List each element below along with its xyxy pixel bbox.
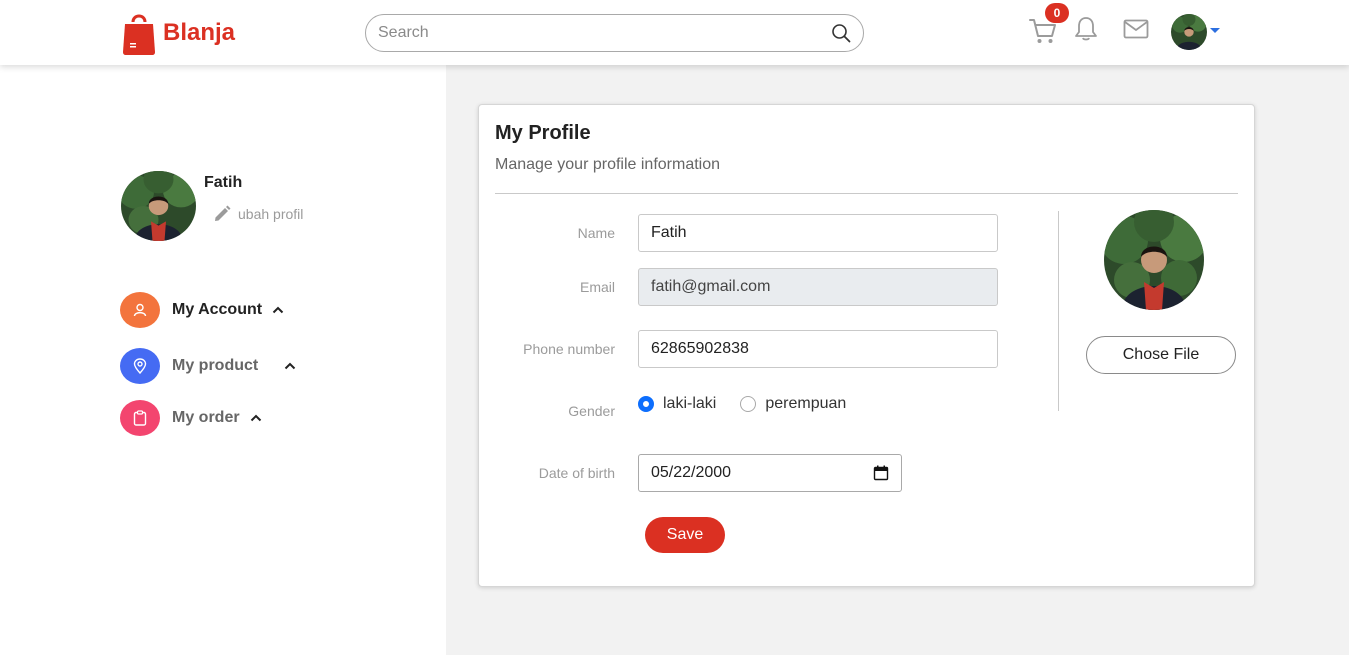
brand-name: Blanja — [163, 19, 236, 46]
page-subtitle: Manage your profile information — [495, 156, 721, 173]
dob-label: Date of birth — [538, 465, 615, 481]
name-field[interactable] — [638, 214, 998, 252]
page-title: My Profile — [495, 122, 591, 144]
profile-avatar — [121, 171, 196, 241]
email-label: Email — [579, 279, 615, 295]
phone-label: Phone number — [523, 341, 615, 357]
profile-card: My Profile Manage your profile informati… — [478, 104, 1255, 587]
radio-label: laki-laki — [663, 395, 717, 412]
search-icon[interactable] — [831, 23, 851, 43]
mail-icon[interactable] — [1123, 18, 1149, 40]
sidebar: Fatih ubah profil My Account My product — [0, 65, 446, 655]
radio-label: perempuan — [765, 395, 847, 412]
date-value: 05/22/2000 — [651, 464, 732, 481]
chevron-up-icon[interactable] — [250, 414, 262, 422]
gender-option-perempuan[interactable]: perempuan — [740, 395, 846, 413]
date-of-birth-field[interactable]: 05/22/2000 — [638, 454, 902, 492]
edit-profile-label: ubah profil — [238, 206, 304, 222]
chevron-down-icon[interactable] — [1210, 28, 1220, 33]
bell-icon[interactable] — [1074, 16, 1098, 42]
sidebar-item-label: My order — [172, 409, 240, 426]
gender-label: Gender — [568, 403, 615, 419]
sidebar-item-my-product[interactable]: My product — [120, 348, 296, 384]
email-field[interactable] — [638, 268, 998, 306]
sidebar-item-my-account[interactable]: My Account — [120, 292, 284, 328]
shopping-bag-icon — [123, 14, 155, 55]
name-label: Name — [577, 225, 615, 241]
radio-checked[interactable] — [638, 396, 654, 412]
chevron-up-icon[interactable] — [272, 306, 284, 314]
chevron-up-icon[interactable] — [284, 362, 296, 370]
search-bar — [365, 14, 864, 52]
navbar: Blanja 0 — [0, 0, 1349, 65]
divider — [495, 193, 1238, 194]
menu-circle — [120, 400, 160, 436]
edit-profile-link[interactable]: ubah profil — [213, 205, 303, 223]
phone-field[interactable] — [638, 330, 998, 368]
radio-unchecked[interactable] — [740, 396, 757, 412]
gender-radio-group: laki-laki perempuan — [638, 395, 870, 413]
pencil-icon — [215, 205, 231, 221]
choose-file-button[interactable]: Chose File — [1086, 336, 1236, 374]
avatar[interactable] — [1171, 14, 1207, 50]
sidebar-item-label: My Account — [172, 301, 263, 318]
menu-circle — [120, 292, 160, 328]
menu-circle — [120, 348, 160, 384]
search-input[interactable] — [378, 24, 831, 42]
brand-logo[interactable]: Blanja — [122, 10, 235, 56]
cart-badge: 0 — [1045, 3, 1069, 23]
sidebar-item-my-order[interactable]: My order — [120, 400, 262, 436]
profile-name: Fatih — [204, 174, 243, 191]
clipboard-icon — [133, 410, 147, 426]
divider — [1058, 211, 1059, 411]
sidebar-item-label: My product — [172, 357, 259, 374]
save-button[interactable]: Save — [645, 517, 725, 553]
calendar-icon[interactable] — [873, 465, 889, 481]
profile-photo — [1104, 210, 1204, 310]
map-pin-icon — [133, 358, 147, 374]
gender-option-laki-laki[interactable]: laki-laki — [638, 395, 716, 413]
user-icon — [133, 303, 147, 317]
